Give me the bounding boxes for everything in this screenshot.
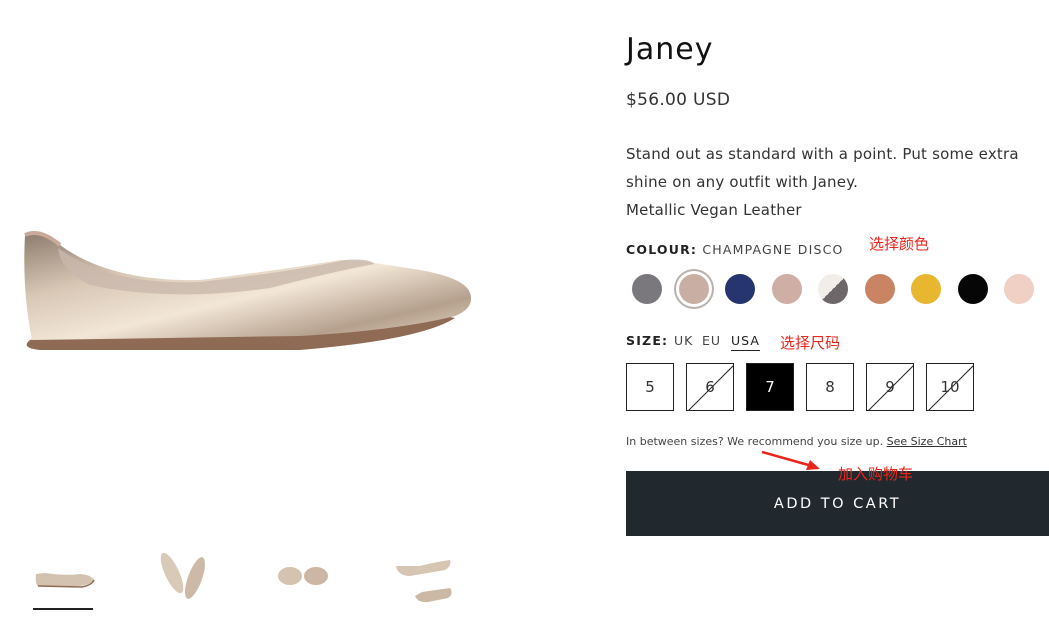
size-chart-link[interactable]: See Size Chart xyxy=(887,435,967,448)
size-option-label: 7 xyxy=(765,378,775,396)
size-unit-usa[interactable]: USA xyxy=(731,333,760,351)
description-line: Stand out as standard with a point. Put … xyxy=(626,145,1019,163)
size-option-label: 8 xyxy=(825,378,835,396)
thumbnail-top-view[interactable] xyxy=(150,540,220,610)
colour-swatch-white-grey-split[interactable] xyxy=(818,274,848,304)
main-product-image xyxy=(24,231,472,350)
size-unit-eu[interactable]: EU xyxy=(702,333,721,348)
colour-swatch-mustard[interactable] xyxy=(911,274,941,304)
colour-swatch-blush[interactable] xyxy=(771,274,802,304)
product-description: Stand out as standard with a point. Put … xyxy=(626,140,1046,224)
size-option-8[interactable]: 8 xyxy=(806,363,854,411)
thumbnail-side-view[interactable] xyxy=(30,540,100,610)
size-option-5[interactable]: 5 xyxy=(626,363,674,411)
annotation-add-to-cart: 加入购物车 xyxy=(838,465,914,483)
colour-swatch-tan[interactable] xyxy=(864,274,895,304)
size-label: SIZE: xyxy=(626,333,669,348)
size-options: 5 6 7 8 9 10 xyxy=(626,363,1026,413)
annotation-select-size: 选择尺码 xyxy=(780,334,841,352)
annotation-arrow-icon xyxy=(761,450,820,470)
thumbnail-back-view[interactable] xyxy=(268,540,338,610)
colour-label-value: CHAMPAGNE DISCO xyxy=(702,242,844,257)
size-option-label: 6 xyxy=(705,378,715,396)
description-line: shine on any outfit with Janey. xyxy=(626,173,859,191)
size-option-9[interactable]: 9 xyxy=(866,363,914,411)
size-option-label: 10 xyxy=(940,378,960,396)
size-note: In between sizes? We recommend you size … xyxy=(626,435,967,448)
colour-label-key: COLOUR: xyxy=(626,242,698,257)
thumbnail-pair-view[interactable] xyxy=(390,540,460,610)
size-option-label: 5 xyxy=(645,378,655,396)
colour-swatch-grey[interactable] xyxy=(632,274,662,304)
product-title: Janey xyxy=(626,32,714,67)
colour-swatch-light-pink[interactable] xyxy=(1004,274,1034,304)
colour-swatch-champagne[interactable] xyxy=(678,274,709,304)
colour-swatches xyxy=(626,271,1049,307)
size-note-text: In between sizes? We recommend you size … xyxy=(626,435,884,448)
colour-label: COLOUR: CHAMPAGNE DISCO xyxy=(626,242,844,257)
product-gallery xyxy=(0,0,600,641)
thumbnail-active-indicator xyxy=(33,608,93,610)
colour-swatch-black[interactable] xyxy=(957,274,988,304)
product-price: $56.00 USD xyxy=(626,90,731,110)
size-option-10[interactable]: 10 xyxy=(926,363,974,411)
size-option-label: 9 xyxy=(885,378,895,396)
annotation-select-colour: 选择颜色 xyxy=(869,235,930,253)
size-option-6[interactable]: 6 xyxy=(686,363,734,411)
colour-swatch-navy[interactable] xyxy=(725,274,755,304)
size-option-7[interactable]: 7 xyxy=(746,363,794,411)
thumbnail-strip xyxy=(0,540,600,641)
description-line: Metallic Vegan Leather xyxy=(626,201,802,219)
size-unit-uk[interactable]: UK xyxy=(674,333,693,348)
